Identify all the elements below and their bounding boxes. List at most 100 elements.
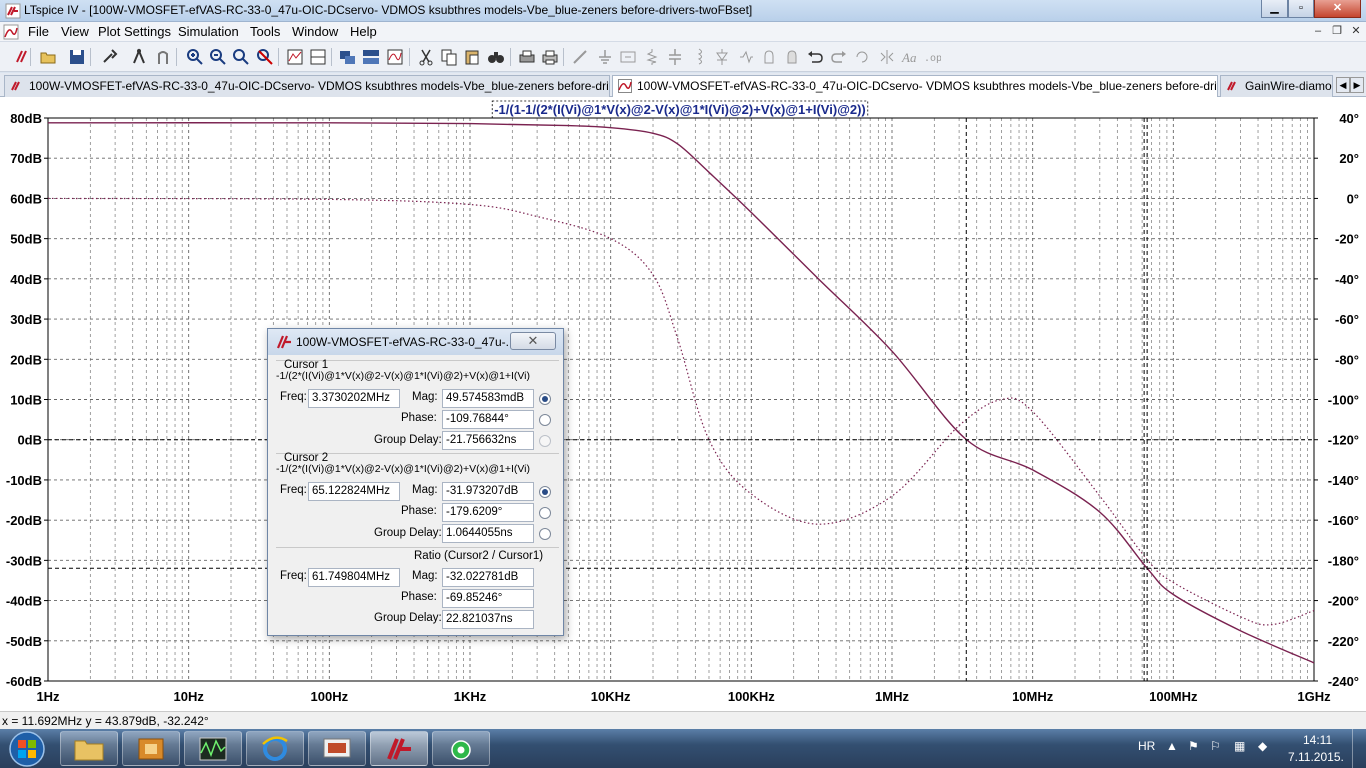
clock-date[interactable]: 7.11.2015. [1288, 750, 1344, 764]
menu-tools[interactable]: Tools [250, 24, 280, 39]
cursor1-phase-field[interactable]: -109.76844° [442, 410, 534, 429]
wire-icon[interactable] [571, 48, 589, 66]
cursor1-mag-radio[interactable] [539, 393, 551, 405]
dialog-title-bar[interactable]: 100W-VMOSFET-efVAS-RC-33-0_47u-... ✕ [268, 329, 563, 355]
tile-icon[interactable] [362, 48, 380, 66]
mdi-restore-button[interactable]: ❐ [1328, 24, 1346, 40]
right-tick-label: -60° [1335, 312, 1359, 327]
menu-view[interactable]: View [61, 24, 89, 39]
show-hidden-icons[interactable]: ▲ [1166, 739, 1178, 753]
tab-scroll-left-button[interactable]: ◀ [1336, 77, 1350, 93]
cursor2-phase-radio[interactable] [539, 507, 551, 519]
autorange-icon[interactable] [286, 48, 304, 66]
find-icon[interactable] [487, 48, 505, 66]
mirror-icon[interactable] [878, 48, 896, 66]
control-panel-icon[interactable] [100, 48, 118, 66]
taskbar-app-installer[interactable] [122, 731, 180, 766]
windows-start-button[interactable] [2, 730, 52, 768]
zoom-fit-icon[interactable] [232, 48, 250, 66]
print-setup-icon[interactable] [518, 48, 536, 66]
cursor2-phase-field[interactable]: -179.6209° [442, 503, 534, 522]
redo-icon[interactable] [830, 48, 848, 66]
undo-icon[interactable] [806, 48, 824, 66]
zoom-out-icon[interactable] [209, 48, 227, 66]
cursor1-phase-radio[interactable] [539, 414, 551, 426]
tray-network-icon[interactable]: ▦ [1234, 739, 1245, 753]
copy-icon[interactable] [440, 48, 458, 66]
component-icon[interactable] [737, 48, 755, 66]
cursor-readout-dialog[interactable]: 100W-VMOSFET-efVAS-RC-33-0_47u-... ✕ Cur… [267, 328, 564, 636]
toolbar-separator [510, 48, 511, 66]
open-icon[interactable] [39, 48, 57, 66]
taskbar-green-app[interactable] [432, 731, 490, 766]
waveform-plot-pane[interactable]: 1Hz 10Hz 100Hz 1KHz 10KHz 100KHz 1MHz 10MHz 100M… [0, 97, 1366, 711]
cursor2-mag-field[interactable]: -31.973207dB [442, 482, 534, 501]
zoom-cancel-icon[interactable] [256, 48, 274, 66]
language-indicator[interactable]: HR [1138, 739, 1155, 753]
taskbar-scope-app[interactable] [184, 731, 242, 766]
drag-icon[interactable] [783, 48, 801, 66]
tab-gainwire[interactable]: GainWire-diamond [1220, 75, 1333, 97]
close-button[interactable]: ✕ [1314, 0, 1361, 18]
spice-directive-icon[interactable]: .op [923, 48, 941, 66]
bode-plot[interactable]: 1Hz 10Hz 100Hz 1KHz 10KHz 100KHz 1MHz 10MHz 100M… [0, 97, 1366, 711]
rotate-icon[interactable] [853, 48, 871, 66]
menu-simulation[interactable]: Simulation [178, 24, 239, 39]
cursor2-mag-radio[interactable] [539, 486, 551, 498]
right-tick-label: -240° [1328, 674, 1359, 689]
print-icon[interactable] [541, 48, 559, 66]
cascade-icon[interactable] [339, 48, 357, 66]
tray-flag-icon[interactable]: ⚐ [1210, 739, 1221, 753]
mdi-close-button[interactable]: ✕ [1347, 24, 1365, 40]
diode-icon[interactable] [713, 48, 731, 66]
ratio-group-delay-field[interactable]: 22.821037ns [442, 610, 534, 629]
menu-file[interactable]: File [28, 24, 49, 39]
mdi-minimize-button[interactable]: – [1309, 24, 1327, 40]
clock-time[interactable]: 14:11 [1303, 733, 1332, 747]
dialog-close-button[interactable]: ✕ [510, 332, 556, 350]
taskbar-internet-explorer[interactable] [246, 731, 304, 766]
child-window-icon[interactable] [3, 24, 19, 40]
resistor-icon[interactable] [643, 48, 661, 66]
label-icon[interactable] [619, 48, 637, 66]
cursor2-group-delay-field[interactable]: 1.0644055ns [442, 524, 534, 543]
ground-icon[interactable] [596, 48, 614, 66]
capacitor-icon[interactable] [666, 48, 684, 66]
cursor1-freq-field[interactable]: 3.3730202MHz [308, 389, 400, 408]
show-desktop-button[interactable] [1352, 729, 1366, 768]
ratio-freq-field[interactable]: 61.749804MHz [308, 568, 400, 587]
tray-action-center-icon[interactable]: ⚑ [1188, 739, 1199, 753]
internet-explorer-icon [262, 736, 288, 761]
tab-schematic[interactable]: 100W-VMOSFET-efVAS-RC-33-0_47u-OIC-DCser… [4, 75, 610, 97]
menu-window[interactable]: Window [292, 24, 338, 39]
vert-split-icon[interactable] [309, 48, 327, 66]
cursor1-group-delay-radio[interactable] [539, 435, 551, 447]
cursor1-mag-field[interactable]: 49.574583mdB [442, 389, 534, 408]
zoom-in-icon[interactable] [186, 48, 204, 66]
taskbar-explorer[interactable] [60, 731, 118, 766]
trace-expression-label[interactable]: -1/(1-1/(2*(I(Vi)@1*V(x)@2-V(x)@1*I(Vi)@… [494, 102, 866, 117]
inductor-icon[interactable] [690, 48, 708, 66]
ratio-phase-field[interactable]: -69.85246° [442, 589, 534, 608]
cursor2-group-delay-radio[interactable] [539, 528, 551, 540]
menu-help[interactable]: Help [350, 24, 377, 39]
tray-volume-icon[interactable]: ◆ [1258, 739, 1267, 753]
cursor1-group-delay-field[interactable]: -21.756632ns [442, 431, 534, 450]
taskbar-presentation[interactable] [308, 731, 366, 766]
paste-icon[interactable] [463, 48, 481, 66]
taskbar-ltspice[interactable] [370, 731, 428, 766]
cursor2-freq-field[interactable]: 65.122824MHz [308, 482, 400, 501]
cut-icon[interactable] [417, 48, 435, 66]
text-icon[interactable]: Aa [900, 48, 918, 66]
run-icon[interactable] [130, 48, 148, 66]
save-icon[interactable] [68, 48, 86, 66]
tab-scroll-right-button[interactable]: ▶ [1350, 77, 1364, 93]
waveform-icon[interactable] [386, 48, 404, 66]
tab-waveform-active[interactable]: 100W-VMOSFET-efVAS-RC-33-0_47u-OIC-DCser… [612, 75, 1218, 98]
halt-icon[interactable] [154, 48, 172, 66]
move-icon[interactable] [760, 48, 778, 66]
minimize-button[interactable]: ▁ [1261, 0, 1288, 18]
ratio-mag-field[interactable]: -32.022781dB [442, 568, 534, 587]
maximize-button[interactable]: ▫ [1288, 0, 1314, 18]
menu-plot-settings[interactable]: Plot Settings [98, 24, 171, 39]
